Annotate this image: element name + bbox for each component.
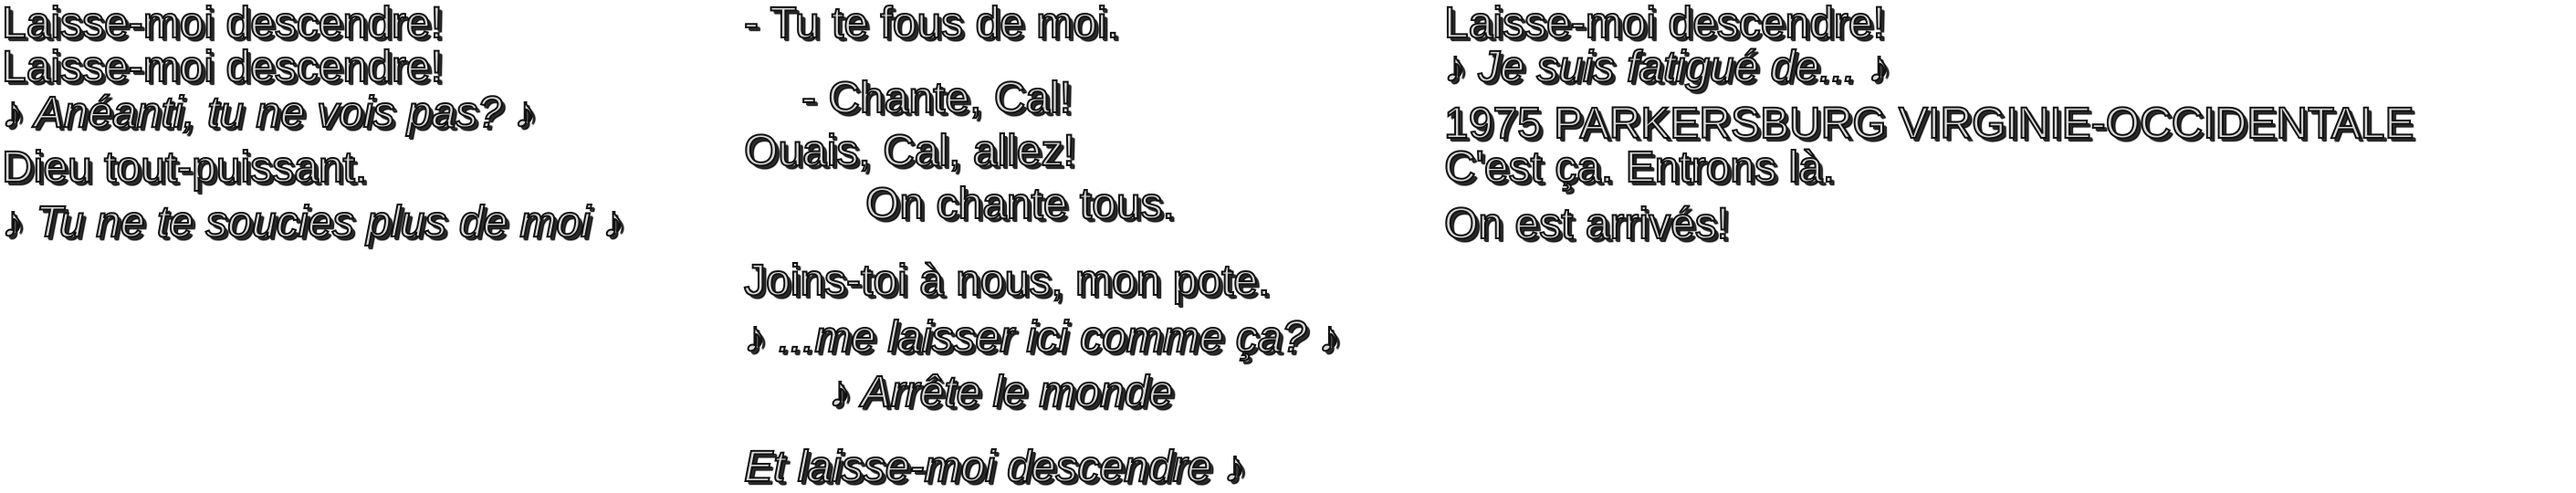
subtitle-line: Dieu tout-puissant. <box>1 143 368 192</box>
subtitle-line-song: Et laisse-moi descendre ♪ <box>743 443 1247 491</box>
subtitle-line-song: ♪ Anéanti, tu ne vois pas? ♪ <box>1 89 537 137</box>
subtitle-line: Laisse-moi descendre! <box>1 43 444 91</box>
subtitle-line: - Chante, Cal! <box>801 74 1073 122</box>
subtitle-line: Laisse-moi descendre! <box>1443 0 1886 47</box>
location-caption: 1975 PARKERSBURG VIRGINIE-OCCIDENTALE <box>1443 100 2414 148</box>
subtitle-line-song: ♪ Arrête le monde <box>828 368 1174 416</box>
subtitle-line-song: ♪ Tu ne te soucies plus de moi ♪ <box>1 198 625 246</box>
subtitle-line: Joins-toi à nous, mon pote. <box>743 257 1271 305</box>
subtitle-line-song: ♪ ...me laisser ici comme ça? ♪ <box>743 313 1341 362</box>
subtitle-line: Laisse-moi descendre! <box>1 0 444 47</box>
subtitle-line: C'est ça. Entrons là. <box>1443 143 1836 192</box>
subtitle-line: On est arrivés! <box>1443 200 1730 248</box>
subtitle-line-song: ♪ Je suis fatigué de... ♪ <box>1443 43 1890 91</box>
subtitle-line: Ouais, Cal, allez! <box>743 127 1076 175</box>
subtitle-line: On chante tous. <box>864 180 1176 228</box>
subtitle-line: - Tu te fous de moi. <box>743 0 1120 47</box>
